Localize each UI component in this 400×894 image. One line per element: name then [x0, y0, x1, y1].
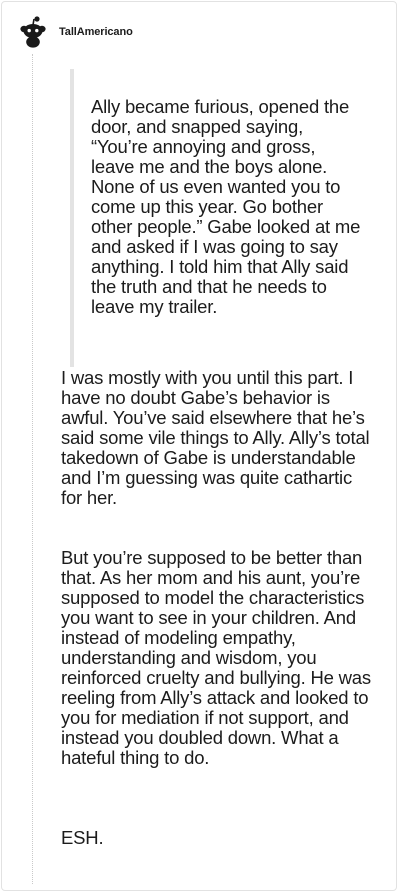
reddit-snoo-icon[interactable]: [18, 16, 48, 48]
thread-line[interactable]: [32, 54, 33, 884]
comment-paragraph: But you’re supposed to be better than th…: [61, 547, 371, 768]
quote-text: Ally became furious, opened the door, an…: [91, 96, 361, 317]
blockquote: Ally became furious, opened the door, an…: [70, 69, 366, 367]
comment-header: TallAmericano: [18, 14, 133, 50]
comment-paragraph: ESH.: [61, 827, 104, 848]
comment-author[interactable]: TallAmericano: [59, 26, 133, 38]
comment-paragraph: I was mostly with you until this part. I…: [61, 367, 370, 508]
